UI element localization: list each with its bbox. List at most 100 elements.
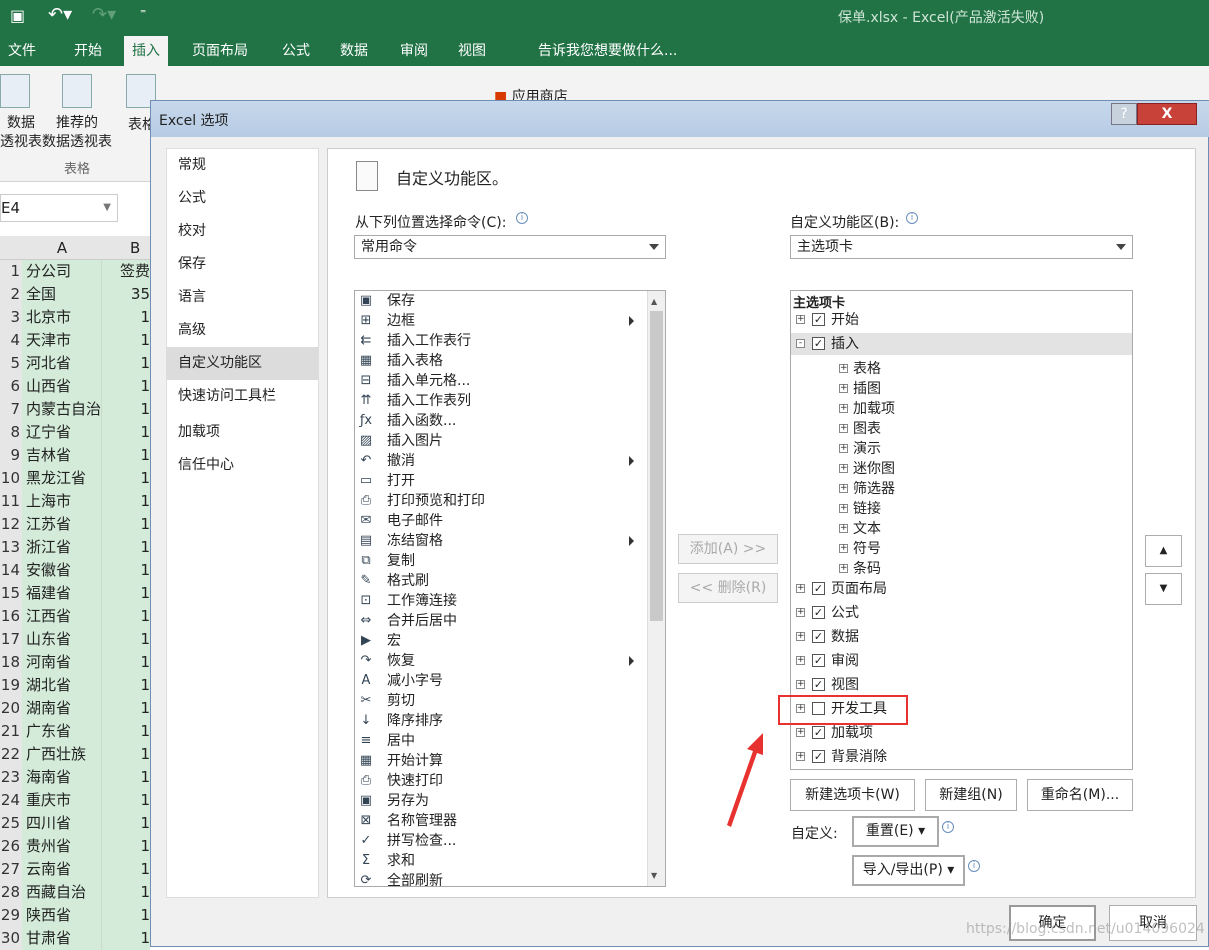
tree-item[interactable]: + 插图 [791, 378, 1132, 400]
cell-a[interactable]: 山东省 [22, 628, 102, 651]
info-icon[interactable]: i [516, 212, 528, 224]
expand-icon[interactable]: + [839, 444, 848, 453]
expand-icon[interactable]: + [839, 384, 848, 393]
row-header[interactable]: 7 [0, 398, 22, 421]
expand-icon[interactable]: + [796, 680, 805, 689]
cell-a[interactable]: 贵州省 [22, 835, 102, 858]
tree-item[interactable]: + 筛选器 [791, 478, 1132, 500]
row-header[interactable]: 17 [0, 628, 22, 651]
cell-a[interactable]: 河南省 [22, 651, 102, 674]
tab-checkbox[interactable]: ✓ [812, 750, 825, 763]
cell-a[interactable]: 河北省 [22, 352, 102, 375]
cell-a[interactable]: 黑龙江省 [22, 467, 102, 490]
row-header[interactable]: 2 [0, 283, 22, 306]
command-item[interactable]: ▦ 插入表格 [355, 351, 647, 371]
row-header[interactable]: 1 [0, 260, 22, 283]
cell-b[interactable]: 1 [102, 858, 150, 881]
row-header[interactable]: 25 [0, 812, 22, 835]
cell-b[interactable]: 1 [102, 628, 150, 651]
row-header[interactable]: 14 [0, 559, 22, 582]
nav-item-9[interactable]: 信任中心 [167, 449, 318, 482]
nav-item-2[interactable]: 校对 [167, 215, 318, 248]
row-header[interactable]: 21 [0, 720, 22, 743]
tab-0[interactable]: 文件 [8, 40, 36, 60]
expand-icon[interactable]: + [796, 315, 805, 324]
cell-a[interactable]: 湖北省 [22, 674, 102, 697]
expand-icon[interactable]: + [796, 584, 805, 593]
command-item[interactable]: ƒx 插入函数... [355, 411, 647, 431]
cell-b[interactable]: 1 [102, 582, 150, 605]
command-item[interactable]: ▨ 插入图片 [355, 431, 647, 451]
recommended-pivot-button[interactable]: 推荐的 数据透视表 [42, 114, 112, 152]
nav-item-0[interactable]: 常规 [167, 149, 318, 182]
tree-item[interactable]: + ✓ 数据 [791, 626, 1132, 648]
nav-item-3[interactable]: 保存 [167, 248, 318, 281]
row-header[interactable]: 3 [0, 306, 22, 329]
tree-item[interactable]: + ✓ 加载项 [791, 722, 1132, 744]
cell-b[interactable]: 1 [102, 674, 150, 697]
info-icon[interactable]: i [906, 212, 918, 224]
command-item[interactable]: ⟳ 全部刷新 [355, 871, 647, 886]
tree-item[interactable]: + 演示 [791, 438, 1132, 460]
row-header[interactable]: 9 [0, 444, 22, 467]
cell-b[interactable]: 1 [102, 651, 150, 674]
help-button[interactable]: ? [1111, 103, 1137, 125]
row-header[interactable]: 28 [0, 881, 22, 904]
cell-a[interactable]: 陕西省 [22, 904, 102, 927]
row-header[interactable]: 4 [0, 329, 22, 352]
row-header[interactable]: 8 [0, 421, 22, 444]
tree-item[interactable]: + 表格 [791, 358, 1132, 380]
expand-icon[interactable]: + [839, 504, 848, 513]
command-item[interactable]: ✂ 剪切 [355, 691, 647, 711]
column-header-b[interactable]: B [130, 236, 150, 260]
tell-me-search[interactable]: 告诉我您想要做什么... [538, 40, 677, 60]
tab-checkbox[interactable]: ✓ [812, 337, 825, 350]
cell-a[interactable]: 广东省 [22, 720, 102, 743]
tree-item[interactable]: + ✓ 页面布局 [791, 578, 1132, 600]
tree-item[interactable]: + 图表 [791, 418, 1132, 440]
tab-checkbox[interactable]: ✓ [812, 654, 825, 667]
tab-checkbox[interactable]: ✓ [812, 678, 825, 691]
command-item[interactable]: ⎙ 快速打印 [355, 771, 647, 791]
collapse-icon[interactable]: - [796, 339, 805, 348]
tab-5[interactable]: 数据 [340, 40, 368, 60]
tab-checkbox[interactable]: ✓ [812, 582, 825, 595]
new-group-button[interactable]: 新建组(N) [925, 779, 1017, 811]
row-header[interactable]: 24 [0, 789, 22, 812]
command-item[interactable]: ⊠ 名称管理器 [355, 811, 647, 831]
tree-item[interactable]: + ✓ 背景消除 [791, 746, 1132, 768]
nav-item-8[interactable]: 加载项 [167, 416, 318, 449]
add-button[interactable]: 添加(A) >> [678, 534, 778, 564]
cell-b[interactable]: 1 [102, 812, 150, 835]
move-down-button[interactable]: ▼ [1145, 573, 1182, 605]
row-header[interactable]: 15 [0, 582, 22, 605]
command-item[interactable]: ▭ 打开 [355, 471, 647, 491]
pivot-table-icon[interactable] [0, 74, 30, 108]
cell-b[interactable]: 1 [102, 467, 150, 490]
cell-b[interactable]: 1 [102, 421, 150, 444]
ribbon-tabs-select[interactable]: 主选项卡 [790, 235, 1133, 259]
expand-icon[interactable]: + [796, 752, 805, 761]
row-header[interactable]: 11 [0, 490, 22, 513]
command-item[interactable]: ✎ 格式刷 [355, 571, 647, 591]
command-item[interactable]: ⊞ 边框 [355, 311, 647, 331]
expand-icon[interactable]: + [839, 424, 848, 433]
cell-b[interactable]: 1 [102, 789, 150, 812]
cell-b[interactable]: 1 [102, 559, 150, 582]
command-item[interactable]: A 减小字号 [355, 671, 647, 691]
cell-a[interactable]: 北京市 [22, 306, 102, 329]
tree-item[interactable]: - ✓ 插入 [791, 333, 1132, 355]
rename-button[interactable]: 重命名(M)... [1027, 779, 1133, 811]
tab-checkbox[interactable]: ✓ [812, 606, 825, 619]
nav-item-5[interactable]: 高级 [167, 314, 318, 347]
command-item[interactable]: ✉ 电子邮件 [355, 511, 647, 531]
tree-item[interactable]: + 条码 [791, 558, 1132, 580]
tree-item[interactable]: + ✓ 开始 [791, 309, 1132, 331]
reset-dropdown[interactable]: 重置(E) ▾ [852, 816, 939, 847]
cell-a[interactable]: 广西壮族 [22, 743, 102, 766]
command-item[interactable]: ↓ 降序排序 [355, 711, 647, 731]
cell-b[interactable]: 1 [102, 375, 150, 398]
move-up-button[interactable]: ▲ [1145, 535, 1182, 567]
expand-icon[interactable]: + [796, 608, 805, 617]
cell-a[interactable]: 重庆市 [22, 789, 102, 812]
